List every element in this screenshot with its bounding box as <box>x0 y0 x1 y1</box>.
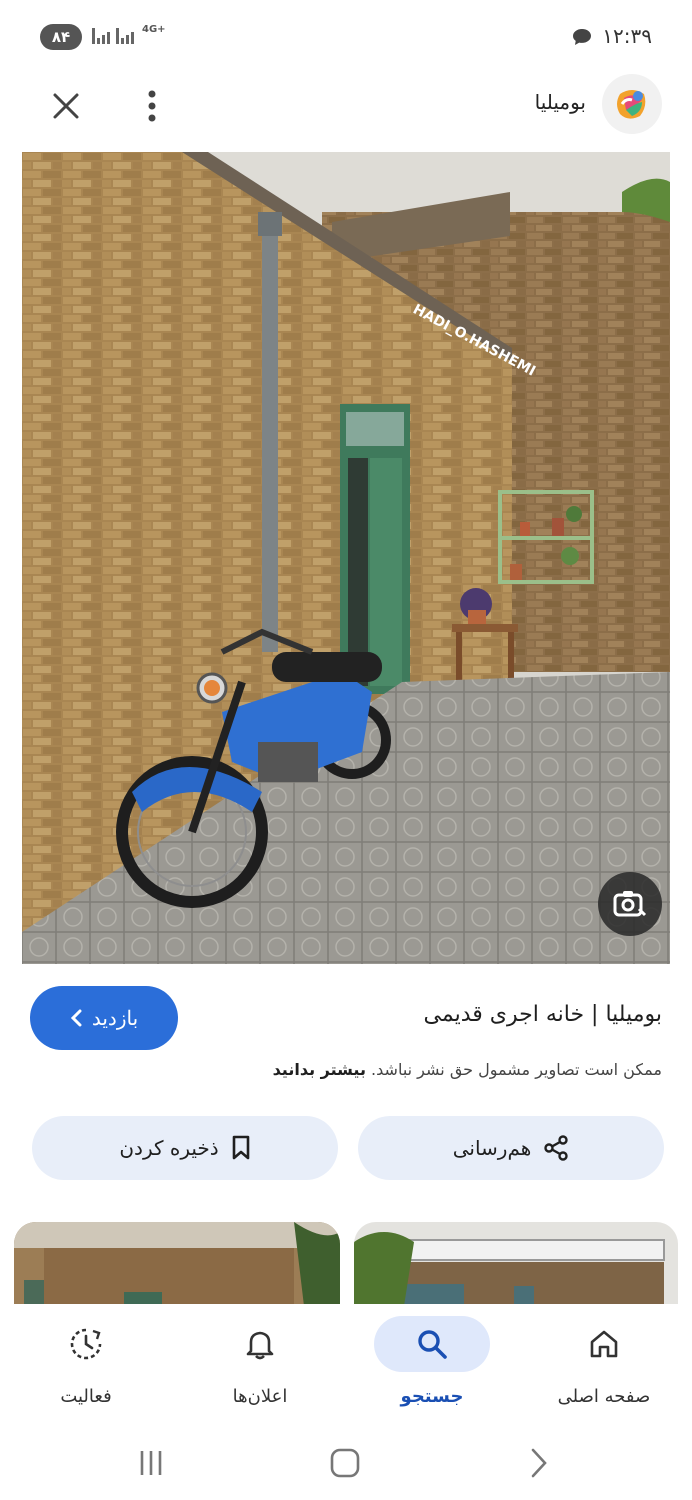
result-image[interactable]: HADI_O.HASHEMI <box>22 152 670 964</box>
home-icon <box>590 1330 618 1358</box>
site-logo[interactable] <box>602 74 662 134</box>
signal-icon <box>116 26 134 44</box>
close-button[interactable] <box>44 84 88 128</box>
related-image-thumbnail[interactable] <box>354 1222 678 1306</box>
nav-icon-wrap <box>546 1316 662 1372</box>
nav-item-search[interactable]: جستجو <box>362 1316 502 1407</box>
result-title[interactable]: بومیلیا | خانه اجری قدیمی <box>424 1002 662 1027</box>
viewer-header: بومیلیا <box>0 72 692 142</box>
share-icon <box>544 1135 569 1161</box>
copyright-text: ممکن است تصاویر مشمول حق نشر نباشد. <box>371 1060 662 1079</box>
nav-icon-wrap <box>374 1316 490 1372</box>
nav-icon-wrap <box>202 1316 318 1372</box>
nav-item-home[interactable]: صفحه اصلی <box>534 1316 674 1407</box>
nav-label-notifications: اعلان‌ها <box>232 1386 288 1407</box>
courtyard-photo: HADI_O.HASHEMI <box>22 152 670 964</box>
chevron-right-icon <box>531 1448 547 1478</box>
close-icon <box>53 93 79 119</box>
site-logo-icon <box>617 90 646 119</box>
home-nav-button[interactable] <box>320 1438 370 1488</box>
nav-label-activity: فعالیت <box>60 1386 112 1407</box>
bottom-navigation: صفحه اصلی جستجو اعلان‌ها فعالیت <box>0 1304 692 1424</box>
lens-search-button[interactable] <box>598 872 662 936</box>
more-vert-icon <box>148 90 156 122</box>
back-button[interactable] <box>514 1438 564 1488</box>
site-name[interactable]: بومیلیا <box>535 90 586 114</box>
battery-indicator: ۸۴ <box>40 24 82 50</box>
bell-icon <box>246 1331 274 1360</box>
nav-item-activity[interactable]: فعالیت <box>16 1316 156 1407</box>
status-bar: ۸۴ 4G+ ۱۲:۳۹ <box>0 0 692 72</box>
network-type: 4G+ <box>142 24 166 35</box>
nav-label-home: صفحه اصلی <box>557 1386 651 1407</box>
chevron-left-icon <box>70 1009 82 1027</box>
related-photo-1 <box>14 1222 340 1306</box>
visit-button[interactable]: بازدید <box>30 986 178 1050</box>
lens-search-icon <box>613 891 647 917</box>
save-label: ذخیره کردن <box>119 1136 219 1160</box>
nav-item-notifications[interactable]: اعلان‌ها <box>190 1316 330 1407</box>
home-square-icon <box>330 1448 360 1478</box>
bookmark-icon <box>232 1135 249 1160</box>
signal-icons <box>92 26 134 44</box>
signal-icon <box>92 26 110 44</box>
learn-more-link[interactable]: بیشتر بدانید <box>273 1060 366 1079</box>
nav-label-search: جستجو <box>400 1386 464 1407</box>
clock: ۱۲:۳۹ <box>602 24 652 48</box>
save-button[interactable]: ذخیره کردن <box>32 1116 338 1180</box>
share-label: هم‌رسانی <box>452 1136 532 1160</box>
recents-button[interactable] <box>126 1438 176 1488</box>
search-icon <box>418 1330 447 1359</box>
activity-icon <box>70 1328 102 1360</box>
visit-label: بازدید <box>91 1007 139 1030</box>
copyright-notice: ممکن است تصاویر مشمول حق نشر نباشد. بیشت… <box>273 1060 662 1079</box>
recents-icon <box>140 1451 162 1475</box>
related-photo-2 <box>354 1222 678 1306</box>
chat-notification-icon <box>573 29 591 45</box>
share-button[interactable]: هم‌رسانی <box>358 1116 664 1180</box>
nav-icon-wrap <box>28 1316 144 1372</box>
related-image-thumbnail[interactable] <box>14 1222 340 1306</box>
more-options-button[interactable] <box>130 84 174 128</box>
system-navigation-bar <box>0 1424 692 1500</box>
